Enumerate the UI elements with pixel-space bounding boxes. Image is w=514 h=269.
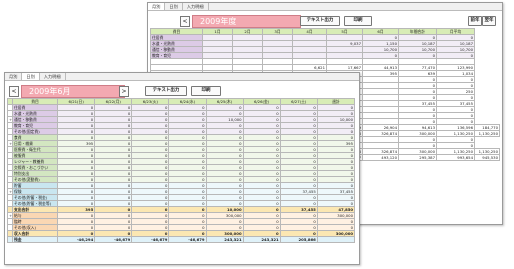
tab-daily[interactable]: 日別 [22, 73, 40, 80]
tab-entry-details[interactable]: 入力明細 [40, 73, 66, 80]
expand-toggle[interactable]: + [7, 116, 13, 123]
tab-monthly[interactable]: 月別 [148, 3, 166, 10]
daily-header: < 2009年6月 > テキスト出力 印刷 [5, 81, 359, 98]
cell-value[interactable]: 243,321 [205, 236, 244, 243]
daily-tab-bar: 月別 日別 入力明細 [5, 73, 359, 81]
tab-entry-details[interactable]: 入力明細 [183, 3, 209, 10]
cell-value: 1,130,250 [474, 130, 500, 137]
yearly-tab-bar: 月別 日別 入力明細 [148, 3, 502, 11]
row-label: その他(貯蓄・税金等) [11, 200, 59, 207]
cell-value[interactable] [316, 236, 356, 243]
cell-value[interactable]: 205,866 [279, 236, 318, 243]
year-label: 2009年度 [192, 15, 301, 28]
cell-value[interactable]: -46,294 [57, 236, 96, 243]
print-button[interactable]: 印刷 [191, 86, 221, 96]
row-label: 残金 [11, 236, 59, 243]
text-export-button[interactable]: テキスト出力 [145, 86, 187, 96]
prev-year-button[interactable]: < [180, 16, 190, 27]
expand-toggle[interactable]: + [7, 140, 13, 147]
daily-window: 月別 日別 入力明細 < 2009年6月 > テキスト出力 印刷 費目 6/21(… [4, 72, 360, 265]
daily-table: 費目 6/21(日) 6/22(月) 6/23(火) 6/24(水) 6/25(木) 6/2… [7, 98, 356, 243]
cell-value[interactable]: 243,321 [242, 236, 281, 243]
yearly-header: < 2009年度 テキスト出力 印刷 前年 翌年 [148, 11, 502, 28]
prev-month-button[interactable]: < [9, 86, 19, 97]
cell-value[interactable]: -46,679 [131, 236, 170, 243]
print-button[interactable]: 印刷 [344, 16, 372, 26]
cell-value: 945,530 [474, 154, 500, 161]
text-export-button[interactable]: テキスト出力 [300, 16, 340, 26]
expand-toggle[interactable]: + [7, 188, 13, 195]
tab-daily[interactable]: 日別 [165, 3, 183, 10]
expand-toggle[interactable]: + [7, 212, 13, 219]
cell-value[interactable]: -46,679 [168, 236, 207, 243]
tab-monthly[interactable]: 月別 [5, 73, 23, 80]
month-label: 2009年6月 [21, 85, 125, 98]
cell-value[interactable]: -46,679 [94, 236, 133, 243]
cell-value: 993,654 [436, 154, 475, 161]
previous-year-button[interactable]: 前年 [468, 16, 482, 26]
next-month-button[interactable]: > [119, 86, 129, 97]
cell-value: 1,130,250 [474, 148, 500, 155]
cell-value: 493,120 [362, 154, 399, 161]
next-year-button[interactable]: 翌年 [482, 16, 496, 26]
cell-value: 295,387 [398, 154, 437, 161]
total-row: 残金 -46,294 -46,679 -46,679 -46,679 243,321 243… [7, 236, 356, 243]
